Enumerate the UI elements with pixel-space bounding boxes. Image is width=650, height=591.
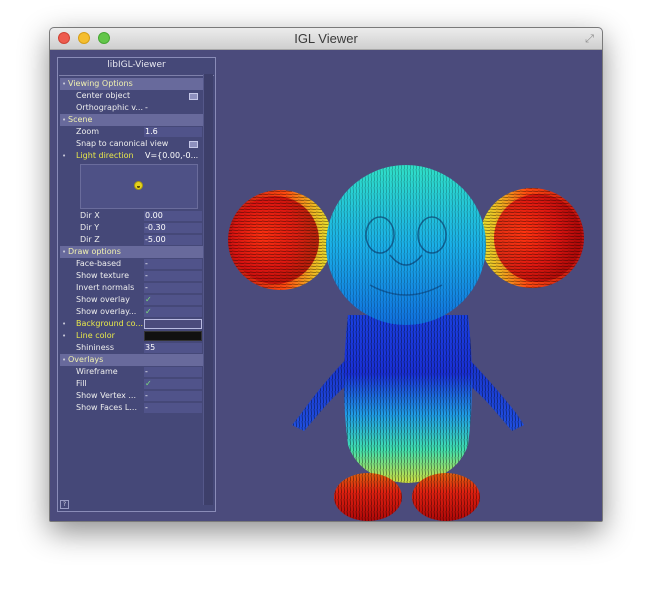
- orthographic-row: Orthographic v... -: [60, 102, 203, 114]
- background-color-row: • Background co...: [60, 318, 203, 330]
- help-button[interactable]: ?: [60, 500, 69, 509]
- light-direction-value: V={0.00,-0...: [145, 151, 199, 160]
- show-faces-toggle[interactable]: -: [144, 403, 202, 413]
- collapse-icon: •: [62, 80, 67, 88]
- mesh-render[interactable]: [220, 145, 600, 522]
- invert-normals-label: Invert normals: [76, 283, 135, 292]
- panel-title: libIGL-Viewer: [107, 60, 166, 70]
- dir-y-row: Dir Y -0.30: [60, 222, 203, 234]
- collapse-icon: •: [62, 248, 67, 256]
- center-object-button[interactable]: [189, 93, 198, 100]
- wireframe-label: Wireframe: [76, 367, 118, 376]
- face-based-row: Face-based -: [60, 258, 203, 270]
- fill-row: Fill ✓: [60, 378, 203, 390]
- line-color-label: Line color: [76, 331, 115, 340]
- center-object-label: Center object: [76, 91, 131, 100]
- zoom-label: Zoom: [76, 127, 100, 136]
- direction-pad[interactable]: [80, 164, 198, 209]
- show-vertex-toggle[interactable]: -: [144, 391, 202, 401]
- fullscreen-icon[interactable]: ⤢: [583, 32, 596, 45]
- show-faces-row: Show Faces L... -: [60, 402, 203, 414]
- zoom-row: Zoom 1.6: [60, 126, 203, 138]
- group-viewing-options[interactable]: • Viewing Options: [60, 78, 203, 90]
- show-texture-row: Show texture -: [60, 270, 203, 282]
- 3d-viewport[interactable]: libIGL-Viewer • Viewing Options Center o…: [50, 50, 602, 521]
- panel-scrollbar[interactable]: [203, 74, 213, 505]
- light-direction-label: Light direction: [76, 151, 134, 160]
- show-faces-label: Show Faces L...: [76, 403, 138, 412]
- collapse-icon: •: [62, 356, 67, 364]
- group-label: Overlays: [68, 355, 104, 364]
- panel-divider: [59, 75, 214, 76]
- zoom-input[interactable]: 1.6: [144, 127, 202, 137]
- background-color-label: Background co...: [76, 319, 144, 328]
- orthographic-toggle[interactable]: -: [144, 103, 202, 113]
- group-draw-options[interactable]: • Draw options: [60, 246, 203, 258]
- window-title: IGL Viewer: [294, 31, 358, 46]
- dir-y-input[interactable]: -0.30: [144, 223, 202, 233]
- light-direction-row[interactable]: • Light direction V={0.00,-0...: [60, 150, 203, 162]
- collapse-icon: •: [62, 152, 67, 160]
- dir-z-input[interactable]: -5.00: [144, 235, 202, 245]
- panel-rows: • Viewing Options Center object Orthogra…: [60, 78, 203, 414]
- snap-row: Snap to canonical view: [60, 138, 203, 150]
- wireframe-row: Wireframe -: [60, 366, 203, 378]
- invert-normals-toggle[interactable]: -: [144, 283, 202, 293]
- face-based-label: Face-based: [76, 259, 122, 268]
- show-overlay-depth-row: Show overlay... ✓: [60, 306, 203, 318]
- invert-normals-row: Invert normals -: [60, 282, 203, 294]
- light-direction-widget[interactable]: [60, 162, 203, 210]
- dir-x-label: Dir X: [80, 211, 100, 220]
- igl-viewer-window: IGL Viewer ⤢ libIGL-Viewer • Viewing Opt…: [49, 27, 603, 522]
- show-texture-label: Show texture: [76, 271, 130, 280]
- wireframe-toggle[interactable]: -: [144, 367, 202, 377]
- show-overlay-depth-checkbox[interactable]: ✓: [144, 307, 202, 317]
- group-label: Draw options: [68, 247, 121, 256]
- line-color-row: • Line color: [60, 330, 203, 342]
- collapse-icon: •: [62, 332, 67, 340]
- show-vertex-label: Show Vertex ...: [76, 391, 137, 400]
- dir-x-input[interactable]: 0.00: [144, 211, 202, 221]
- orthographic-label: Orthographic v...: [76, 103, 144, 112]
- group-scene[interactable]: • Scene: [60, 114, 203, 126]
- dir-x-row: Dir X 0.00: [60, 210, 203, 222]
- show-vertex-row: Show Vertex ... -: [60, 390, 203, 402]
- face-based-toggle[interactable]: -: [144, 259, 202, 269]
- background-color-swatch[interactable]: [144, 319, 202, 329]
- group-label: Scene: [68, 115, 93, 124]
- center-object-row: Center object: [60, 90, 203, 102]
- light-handle-icon[interactable]: [134, 181, 143, 190]
- line-color-swatch[interactable]: [144, 331, 202, 341]
- dir-z-label: Dir Z: [80, 235, 100, 244]
- collapse-icon: •: [62, 320, 67, 328]
- title-bar[interactable]: IGL Viewer ⤢: [50, 28, 602, 50]
- control-panel: libIGL-Viewer • Viewing Options Center o…: [57, 57, 216, 512]
- collapse-icon: •: [62, 116, 67, 124]
- fill-label: Fill: [76, 379, 87, 388]
- group-label: Viewing Options: [68, 79, 133, 88]
- show-overlay-row: Show overlay ✓: [60, 294, 203, 306]
- show-texture-toggle[interactable]: -: [144, 271, 202, 281]
- dir-y-label: Dir Y: [80, 223, 100, 232]
- show-overlay-checkbox[interactable]: ✓: [144, 295, 202, 305]
- group-overlays[interactable]: • Overlays: [60, 354, 203, 366]
- dir-z-row: Dir Z -5.00: [60, 234, 203, 246]
- shininess-input[interactable]: 35: [144, 343, 202, 353]
- shininess-label: Shininess: [76, 343, 114, 352]
- snap-button[interactable]: [189, 141, 198, 148]
- shininess-row: Shininess 35: [60, 342, 203, 354]
- show-overlay-label: Show overlay: [76, 295, 130, 304]
- fill-checkbox[interactable]: ✓: [144, 379, 202, 389]
- show-overlay-depth-label: Show overlay...: [76, 307, 137, 316]
- snap-label: Snap to canonical view: [76, 139, 169, 148]
